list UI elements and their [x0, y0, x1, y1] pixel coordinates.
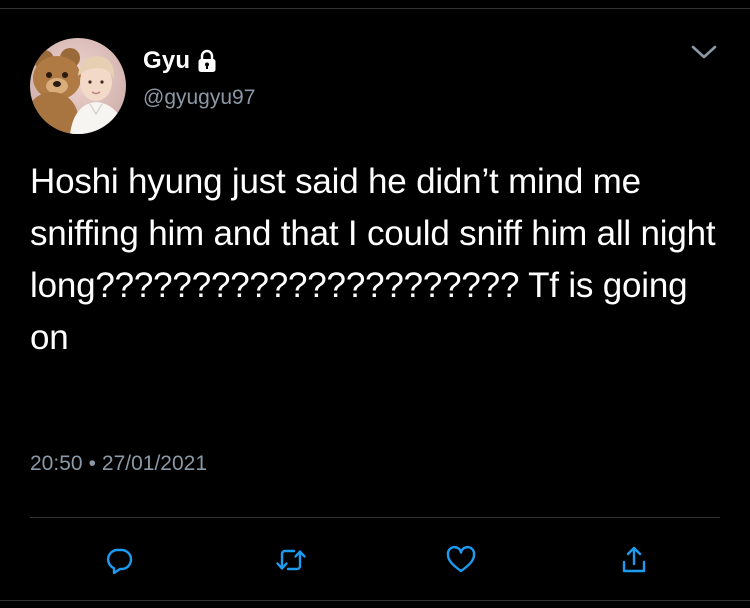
chevron-down-icon [690, 43, 718, 66]
bottom-divider [0, 600, 750, 601]
author-name-row[interactable]: Gyu [143, 46, 220, 76]
display-name[interactable]: Gyu [143, 47, 190, 75]
heart-icon [445, 545, 477, 580]
reply-button[interactable] [95, 538, 143, 586]
separator-dot: • [88, 452, 96, 475]
top-divider [0, 8, 750, 9]
user-handle[interactable]: @gyugyu97 [143, 86, 255, 110]
like-button[interactable] [437, 538, 485, 586]
action-bar [0, 538, 750, 586]
lock-icon [194, 48, 220, 74]
tweet-time[interactable]: 20:50 [30, 452, 83, 476]
tweet-card: Gyu @gyugyu97 Hoshi hyung just said he d… [0, 0, 750, 608]
tweet-timestamp[interactable]: 20:50 • 27/01/2021 [30, 452, 207, 476]
share-icon [619, 544, 649, 581]
tweet-date[interactable]: 27/01/2021 [102, 452, 207, 476]
reply-icon [104, 545, 134, 580]
avatar[interactable] [30, 38, 126, 134]
actions-divider [30, 517, 720, 518]
share-button[interactable] [610, 538, 658, 586]
more-options-button[interactable] [684, 36, 724, 72]
retweet-button[interactable] [267, 538, 315, 586]
retweet-icon [274, 545, 308, 580]
tweet-text: Hoshi hyung just said he didn’t mind me … [30, 162, 725, 357]
